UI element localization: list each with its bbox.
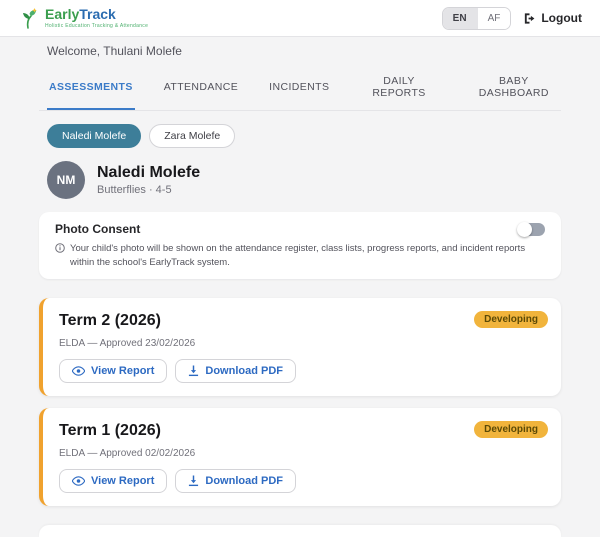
tab-daily-reports[interactable]: DAILY REPORTS xyxy=(358,71,439,110)
brand-tagline: Holistic Education Tracking & Attendance xyxy=(45,23,149,29)
tab-incidents[interactable]: INCIDENTS xyxy=(267,71,331,110)
report-meta: ELDA — Approved 02/02/2026 xyxy=(59,447,196,459)
child-selector: Naledi Molefe Zara Molefe xyxy=(39,124,561,148)
lang-af-button[interactable]: AF xyxy=(476,7,511,29)
download-pdf-label: Download PDF xyxy=(205,474,283,487)
status-badge: Developing xyxy=(474,310,548,328)
language-switcher: EN AF xyxy=(441,6,512,30)
status-badge: Developing xyxy=(474,420,548,438)
view-report-button[interactable]: View Report xyxy=(59,358,168,383)
photo-consent-toggle[interactable] xyxy=(517,221,545,237)
photo-consent-title: Photo Consent xyxy=(55,222,141,236)
download-icon xyxy=(188,365,199,377)
avatar: NM xyxy=(47,161,85,199)
tab-attendance[interactable]: ATTENDANCE xyxy=(162,71,240,110)
download-icon xyxy=(188,475,199,487)
report-card-term-2: Term 2 (2026) Developing ELDA — Approved… xyxy=(39,297,561,396)
photo-consent-info-text: Your child's photo will be shown on the … xyxy=(70,243,526,268)
tab-baby-dashboard[interactable]: BABY DASHBOARD xyxy=(467,71,561,110)
tab-assessments[interactable]: ASSESSMENTS xyxy=(47,71,135,110)
logout-button[interactable]: Logout xyxy=(523,11,582,25)
logout-icon xyxy=(523,12,536,25)
next-report-card-sliver xyxy=(39,524,561,537)
report-title: Term 2 (2026) xyxy=(59,311,161,329)
child-profile: NM Naledi Molefe Butterflies · 4-5 xyxy=(39,161,561,199)
app-header: EarlyTrack Holistic Education Tracking &… xyxy=(0,0,600,37)
eye-icon xyxy=(72,365,85,376)
welcome-text: Welcome, Thulani Molefe xyxy=(47,44,182,58)
child-chip-naledi[interactable]: Naledi Molefe xyxy=(47,124,142,148)
brand-name: EarlyTrack xyxy=(45,6,116,22)
tab-bar: ASSESSMENTS ATTENDANCE INCIDENTS DAILY R… xyxy=(39,71,561,111)
download-pdf-button[interactable]: Download PDF xyxy=(175,468,296,493)
view-report-label: View Report xyxy=(91,474,155,487)
main-content: Welcome, Thulani Molefe ASSESSMENTS ATTE… xyxy=(39,37,561,537)
report-card-term-1: Term 1 (2026) Developing ELDA — Approved… xyxy=(39,407,561,506)
download-pdf-label: Download PDF xyxy=(205,364,283,377)
eye-icon xyxy=(72,475,85,486)
child-class-group: Butterflies · 4-5 xyxy=(97,184,172,196)
logout-label: Logout xyxy=(541,11,582,25)
lang-en-button[interactable]: EN xyxy=(442,7,477,29)
child-name: Naledi Molefe xyxy=(97,164,201,181)
photo-consent-card: Photo Consent Your child's photo will be… xyxy=(39,212,561,279)
brand-logo: EarlyTrack Holistic Education Tracking &… xyxy=(18,6,148,30)
view-report-label: View Report xyxy=(91,364,155,377)
info-icon xyxy=(55,243,65,270)
report-title: Term 1 (2026) xyxy=(59,421,161,439)
seedling-logo-icon xyxy=(18,6,40,30)
child-chip-zara[interactable]: Zara Molefe xyxy=(149,124,236,148)
download-pdf-button[interactable]: Download PDF xyxy=(175,358,296,383)
report-meta: ELDA — Approved 23/02/2026 xyxy=(59,337,196,349)
view-report-button[interactable]: View Report xyxy=(59,468,168,493)
